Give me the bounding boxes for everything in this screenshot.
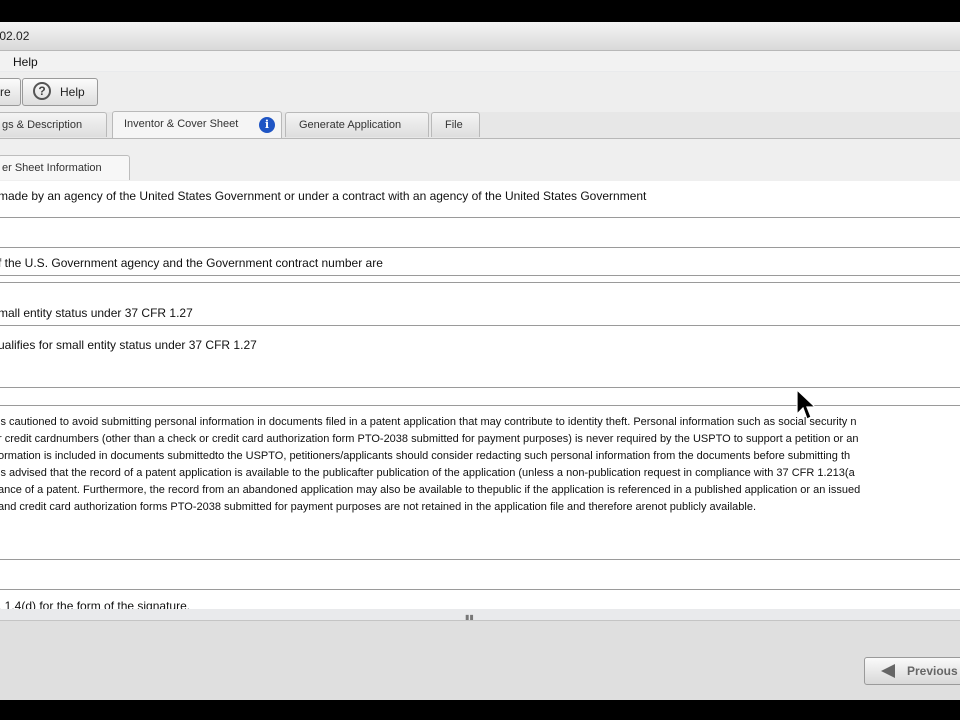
privacy-line: ance of a patent. Furthermore, the recor… — [0, 484, 861, 496]
tab-generate-application[interactable]: Generate Application — [285, 112, 429, 137]
sub-tab-bar: er Sheet Information — [0, 139, 960, 181]
privacy-line: r credit cardnumbers (other than a check… — [0, 433, 859, 445]
info-icon[interactable]: i — [259, 117, 275, 133]
menu-bar: Help — [0, 51, 960, 71]
government-statement: made by an agency of the United States G… — [0, 189, 647, 203]
tab-file[interactable]: File — [431, 112, 480, 137]
divider — [0, 325, 960, 326]
divider — [0, 589, 960, 590]
application-window: .02.02 Help re ? Help gs & Description I… — [0, 22, 960, 700]
divider — [0, 282, 960, 283]
divider — [0, 387, 960, 388]
qualifies-label: ualifies for small entity status under 3… — [0, 338, 257, 352]
privacy-line: and credit card authorization forms PTO-… — [0, 501, 757, 513]
help-button-label: Help — [60, 85, 85, 99]
privacy-line: ormation is included in documents submit… — [0, 450, 851, 462]
toolbar: re ? Help — [0, 72, 960, 112]
divider — [0, 559, 960, 560]
divider — [0, 247, 960, 248]
tab-bar: gs & Description Inventor & Cover Sheet … — [0, 111, 960, 139]
arrow-left-icon — [881, 664, 895, 678]
mouse-pointer-icon — [796, 389, 817, 420]
partial-toolbar-button[interactable]: re — [0, 78, 21, 106]
help-icon: ? — [33, 82, 51, 100]
window-title: .02.02 — [0, 29, 30, 43]
tab-inventor-cover-sheet[interactable]: Inventor & Cover Sheet i — [112, 111, 282, 138]
tab-drawings-description[interactable]: gs & Description — [0, 112, 107, 137]
previous-button[interactable]: Previous — [864, 657, 960, 685]
subtab-cover-sheet-information[interactable]: er Sheet Information — [0, 155, 130, 180]
footer-bar: Previous — [0, 620, 960, 700]
signature-note: . 1.4(d) for the form of the signature. — [0, 599, 191, 609]
divider — [0, 275, 960, 276]
help-button[interactable]: ? Help — [22, 78, 98, 106]
previous-button-label: Previous — [907, 664, 958, 678]
small-entity-label: mall entity status under 37 CFR 1.27 — [0, 306, 193, 320]
menu-help[interactable]: Help — [13, 55, 38, 69]
title-bar: .02.02 — [0, 22, 960, 51]
privacy-line: is advised that the record of a patent a… — [0, 467, 855, 479]
privacy-line: is cautioned to avoid submitting persona… — [0, 416, 857, 428]
government-agency-label: f the U.S. Government agency and the Gov… — [0, 256, 383, 270]
divider — [0, 217, 960, 218]
